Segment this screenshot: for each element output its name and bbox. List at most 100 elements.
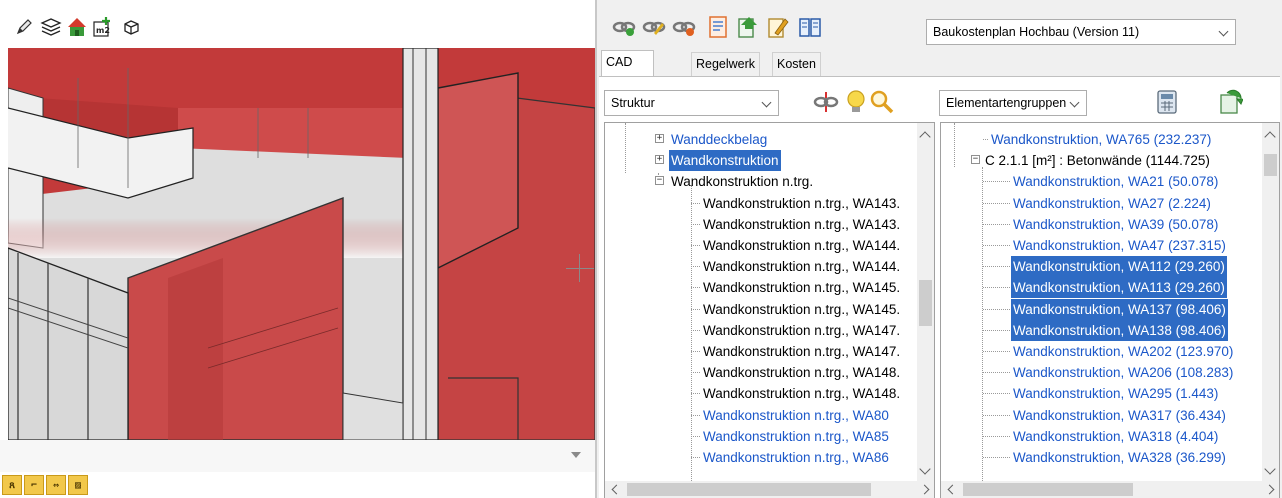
3d-model-scene[interactable] — [8, 48, 595, 440]
tree-connector — [983, 287, 1010, 289]
tree-item-label: Wandkonstruktion — [669, 150, 781, 172]
tree-item-label: Wandkonstruktion, WA113 (29.260) — [1011, 277, 1227, 299]
struktur-tree[interactable]: + Wanddeckbelag + Wandkonstruktion − Wandkons… — [604, 122, 935, 498]
cad-toolbar: m2 — [0, 0, 595, 48]
tree-item-label: Wandkonstruktion n.trg., WA143. — [703, 216, 901, 232]
measure-icon[interactable]: ⇔ — [46, 475, 66, 495]
tree-item-label: Wandkonstruktion n.trg., WA80 — [703, 407, 889, 423]
tree-item-label: Wandkonstruktion, WA137 (98.406) — [1011, 298, 1228, 320]
cube-icon[interactable] — [120, 16, 142, 38]
vertical-scrollbar[interactable] — [1262, 123, 1279, 483]
tree-item-label: Wandkonstruktion, WA47 (237.315) — [1013, 238, 1226, 253]
pencil-icon[interactable] — [14, 16, 36, 38]
struktur-select[interactable]: Struktur — [604, 90, 779, 116]
struktur-value: Struktur — [611, 96, 655, 110]
tree-connector — [983, 435, 1010, 437]
tree-guide — [954, 123, 955, 167]
elementartengruppen-select[interactable]: Elementartengruppen — [939, 90, 1087, 116]
scroll-right-icon[interactable] — [919, 484, 930, 495]
link-yellow-icon[interactable] — [641, 14, 667, 40]
expand-icon[interactable]: + — [655, 134, 664, 143]
tree-item-label: Wandkonstruktion n.trg., WA144. — [703, 259, 901, 275]
elementartengruppen-tree[interactable]: Wandkonstruktion, WA765 (232.237) − C 2.1.… — [940, 122, 1280, 498]
tree-item-label: Wandkonstruktion n.trg., WA145. — [703, 280, 901, 296]
edit-icon[interactable] — [765, 14, 791, 40]
tree-item-label: Wandkonstruktion, WA27 (2.224) — [1013, 195, 1211, 211]
tree-item-label: Wandkonstruktion n.trg., WA147. — [703, 322, 901, 338]
tree-connector — [983, 414, 1010, 416]
tree-item-label: Wandkonstruktion n.trg., WA143. — [703, 195, 901, 211]
area-m2-icon[interactable]: m2 — [92, 16, 114, 38]
tree-connector — [691, 202, 700, 204]
expand-icon[interactable]: + — [655, 155, 664, 165]
refresh-sheet-icon[interactable] — [1216, 87, 1246, 117]
link-green-icon[interactable] — [611, 14, 637, 40]
scroll-down-icon[interactable] — [1264, 463, 1276, 475]
tab-cad-objekte[interactable]: CAD Objekte — [601, 50, 655, 91]
tree-connector — [691, 223, 700, 225]
link-red-icon[interactable] — [671, 14, 697, 40]
tree-item-label: Wandkonstruktion n.trg., WA148. — [703, 365, 901, 381]
kostenplan-select[interactable]: Baukostenplan Hochbau (Version 11) — [926, 19, 1236, 45]
tab-content-cad-objekte: Struktur Elementartengruppen + Wanddeckb… — [599, 76, 1280, 498]
panel-toolbar: Baukostenplan Hochbau (Version 11) — [597, 0, 1282, 48]
collapse-icon[interactable]: − — [971, 155, 980, 165]
scroll-left-icon[interactable] — [947, 484, 958, 495]
scroll-up-icon[interactable] — [1264, 131, 1276, 143]
tree-item-label: Wandkonstruktion, WA206 (108.283) — [1013, 365, 1234, 381]
book-icon[interactable] — [797, 14, 823, 40]
calculator-icon[interactable] — [1152, 87, 1182, 117]
tree-connector — [691, 414, 700, 416]
scrollbar-thumb[interactable] — [963, 483, 1133, 496]
tree-item-label: Wandkonstruktion, WA138 (98.406) — [1011, 319, 1228, 341]
tree-connector — [983, 202, 1010, 204]
magnifier-icon[interactable] — [867, 87, 897, 117]
tree-item-label: Wandkonstruktion, WA765 (232.237) — [991, 132, 1212, 147]
tree-connector — [983, 223, 1010, 225]
tree-item-label: Wandkonstruktion, WA202 (123.970) — [1013, 344, 1234, 359]
tree-item-label: Wandkonstruktion, WA21 (50.078) — [1013, 174, 1219, 190]
tab-kosten[interactable]: Kosten — [772, 52, 821, 76]
scroll-up-icon[interactable] — [919, 131, 931, 143]
horizontal-scrollbar[interactable] — [605, 481, 934, 498]
tree-connector — [691, 245, 700, 246]
house-icon[interactable] — [66, 16, 88, 38]
document-icon[interactable] — [705, 14, 731, 40]
walk-view-icon[interactable]: ጸ — [2, 475, 22, 495]
tree-item-label: Wanddeckbelag — [671, 132, 768, 147]
kostenplan-value: Baukostenplan Hochbau (Version 11) — [933, 25, 1140, 39]
scroll-down-icon[interactable] — [919, 463, 931, 475]
cad-3d-viewport[interactable]: m2 ጸ ⌐ ⇔ ▨ — [0, 0, 595, 498]
collapse-icon[interactable]: − — [655, 176, 664, 186]
export-icon[interactable] — [735, 14, 761, 40]
scrollbar-thumb[interactable] — [1264, 154, 1277, 176]
tree-connector — [983, 329, 1010, 331]
view-toolbar: ጸ ⌐ ⇔ ▨ — [0, 472, 595, 498]
tree-connector — [983, 245, 1010, 246]
tree-connector — [983, 457, 1010, 458]
link-break-icon[interactable] — [811, 87, 841, 117]
tree-item-label: Wandkonstruktion, WA295 (1.443) — [1013, 386, 1219, 402]
walk-side-icon[interactable]: ⌐ — [24, 475, 44, 495]
area-icon-text: m2 — [96, 26, 110, 35]
hatch-icon[interactable]: ▨ — [68, 475, 88, 495]
tree-item-label: Wandkonstruktion n.trg., WA148. — [703, 386, 901, 402]
layers-icon[interactable] — [40, 16, 62, 38]
horizontal-scrollbar[interactable] — [941, 481, 1279, 498]
scroll-left-icon[interactable] — [611, 484, 622, 495]
tab-regelwerk[interactable]: Regelwerk — [691, 52, 761, 76]
tree-connector — [983, 393, 1010, 395]
tree-connector — [691, 351, 700, 352]
tree-connector — [983, 139, 988, 140]
vertical-scrollbar[interactable] — [917, 123, 934, 483]
scrollbar-thumb[interactable] — [627, 483, 871, 496]
tree-connector — [691, 308, 700, 310]
scroll-right-icon[interactable] — [1264, 484, 1275, 495]
scrollbar-thumb[interactable] — [919, 280, 932, 326]
tree-item-label: Wandkonstruktion n.trg., WA144. — [703, 238, 901, 253]
tree-item-label: Wandkonstruktion, WA328 (36.299) — [1013, 450, 1226, 465]
tree-item-label: Wandkonstruktion, WA39 (50.078) — [1013, 216, 1219, 232]
dropdown-arrow-icon[interactable] — [571, 452, 581, 458]
chevron-down-icon — [1069, 97, 1080, 108]
tree-item-label: Wandkonstruktion n.trg., WA86 — [703, 450, 889, 465]
